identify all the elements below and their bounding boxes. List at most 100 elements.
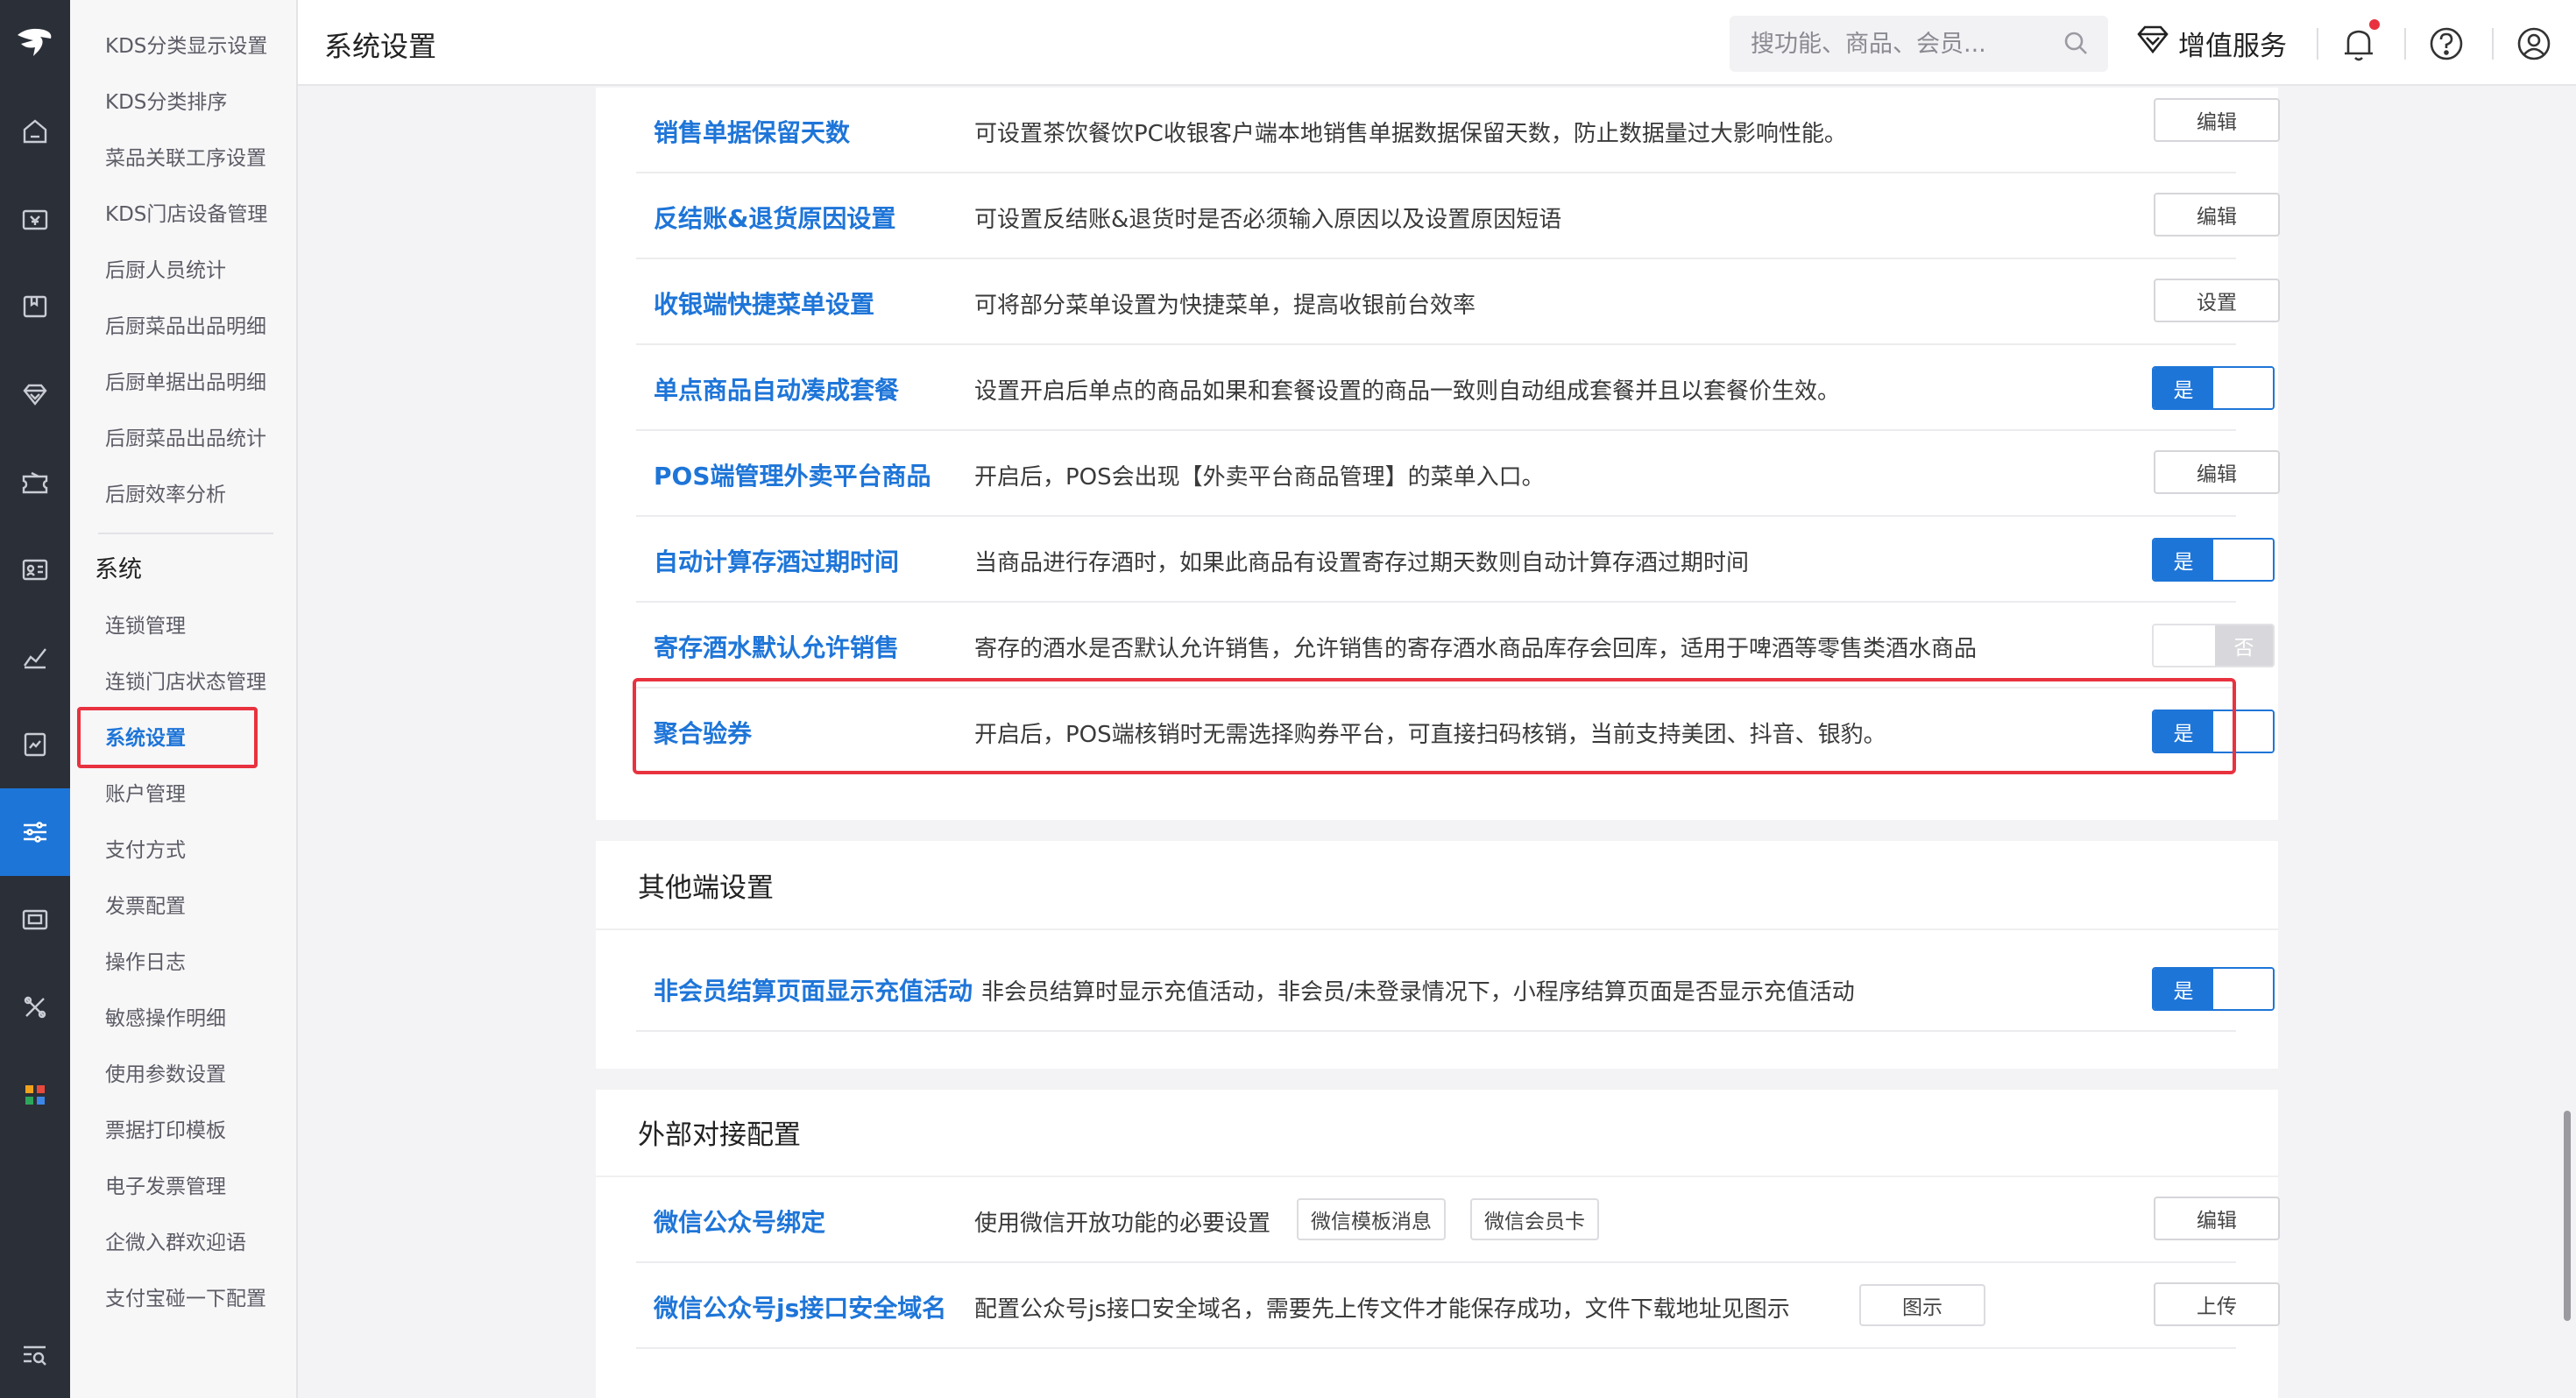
upload-button[interactable]: 上传 xyxy=(2154,1282,2280,1326)
submenu-item[interactable]: 账户管理 xyxy=(105,781,186,808)
analytics-chart-icon[interactable] xyxy=(0,613,70,701)
submenu-item[interactable]: KDS分类排序 xyxy=(105,89,227,116)
notification-dot xyxy=(2369,19,2380,30)
setting-desc: 开启后，POS会出现【外卖平台商品管理】的菜单入口。 xyxy=(974,464,1545,491)
setting-desc: 可将部分菜单设置为快捷菜单，提高收银前台效率 xyxy=(974,293,1476,319)
settings-button[interactable]: 设置 xyxy=(2154,279,2280,322)
submenu-item[interactable]: 连锁管理 xyxy=(105,613,186,639)
toggle-switch-on[interactable]: 是 xyxy=(2152,538,2275,582)
setting-name[interactable]: 自动计算存酒过期时间 xyxy=(654,543,899,578)
setting-name[interactable]: 非会员结算页面显示充值活动 xyxy=(654,972,973,1007)
setting-desc: 当商品进行存酒时，如果此商品有设置寄存过期天数则自动计算存酒过期时间 xyxy=(974,550,1750,576)
device-icon[interactable] xyxy=(0,876,70,964)
search-icon[interactable] xyxy=(2063,30,2089,60)
setting-name[interactable]: POS端管理外卖平台商品 xyxy=(654,457,931,492)
submenu-item[interactable]: 支付宝碰一下配置 xyxy=(105,1286,266,1312)
edit-button[interactable]: 编辑 xyxy=(2154,193,2280,237)
setting-desc: 非会员结算时显示充值活动，非会员/未登录情况下，小程序结算页面是否显示充值活动 xyxy=(981,979,1855,1006)
header-divider xyxy=(2404,28,2406,60)
setting-name[interactable]: 反结账&退货原因设置 xyxy=(654,200,895,235)
section-title: 其他端设置 xyxy=(638,872,774,904)
section-title: 外部对接配置 xyxy=(638,1119,801,1151)
setting-desc: 配置公众号js接口安全域名，需要先上传文件才能保存成功，文件下载地址见图示 xyxy=(974,1296,1790,1323)
submenu-item[interactable]: 电子发票管理 xyxy=(105,1174,226,1200)
header-divider xyxy=(2317,28,2318,60)
marketing-coupon-icon[interactable] xyxy=(0,438,70,526)
toggle-switch-off[interactable]: 否 xyxy=(2152,624,2275,667)
wechat-card-tag[interactable]: 微信会员卡 xyxy=(1470,1198,1599,1240)
submenu-item[interactable]: KDS门店设备管理 xyxy=(105,201,267,228)
submenu-item[interactable]: 票据打印模板 xyxy=(105,1118,226,1144)
logo-icon[interactable] xyxy=(0,0,70,84)
cashier-icon[interactable] xyxy=(0,175,70,263)
diagram-tag[interactable]: 图示 xyxy=(1859,1284,1985,1326)
search-box[interactable] xyxy=(1730,16,2108,72)
menu-book-icon[interactable] xyxy=(0,263,70,350)
setting-name[interactable]: 收银端快捷菜单设置 xyxy=(654,286,874,321)
submenu-item[interactable]: 后厨人员统计 xyxy=(105,258,226,284)
apps-grid-icon[interactable] xyxy=(0,1051,70,1139)
submenu-item[interactable]: 连锁门店状态管理 xyxy=(105,669,266,695)
toggle-switch-on[interactable]: 是 xyxy=(2152,366,2275,410)
tools-icon[interactable] xyxy=(0,964,70,1051)
setting-name[interactable]: 单点商品自动凑成套餐 xyxy=(654,371,899,406)
top-header: 系统设置 增值服务 xyxy=(298,0,2576,86)
submenu-item[interactable]: 操作日志 xyxy=(105,950,186,976)
setting-name[interactable]: 销售单据保留天数 xyxy=(654,114,850,149)
search-input[interactable] xyxy=(1751,26,2049,61)
submenu-item[interactable]: 后厨单据出品明细 xyxy=(105,370,266,396)
help-icon[interactable] xyxy=(2427,25,2466,63)
toggle-label: 是 xyxy=(2154,969,2213,1009)
submenu-item-system-settings[interactable]: 系统设置 xyxy=(105,725,186,752)
submenu-item[interactable]: 后厨菜品出品明细 xyxy=(105,314,266,340)
setting-name[interactable]: 微信公众号绑定 xyxy=(654,1204,825,1239)
member-diamond-icon[interactable] xyxy=(0,350,70,438)
value-added-services-button[interactable]: 增值服务 xyxy=(2136,21,2287,65)
submenu-section-title: 系统 xyxy=(95,556,142,583)
setting-name[interactable]: 微信公众号js接口安全域名 xyxy=(654,1289,946,1324)
submenu-item[interactable]: 后厨效率分析 xyxy=(105,482,226,508)
header-divider xyxy=(2492,28,2494,60)
wechat-template-tag[interactable]: 微信模板消息 xyxy=(1297,1198,1446,1240)
submenu-item[interactable]: 菜品关联工序设置 xyxy=(105,145,266,172)
setting-desc: 可设置反结账&退货时是否必须输入原因以及设置原因短语 xyxy=(974,207,1562,233)
submenu-item[interactable]: 发票配置 xyxy=(105,893,186,920)
main-content: 销售单据保留天数 可设置茶饮餐饮PC收银客户端本地销售单据数据保留天数，防止数据… xyxy=(298,88,2576,1398)
setting-row: 寄存酒水默认允许销售 寄存的酒水是否默认允许销售，允许销售的寄存酒水商品库存会回… xyxy=(636,603,2275,688)
submenu-item[interactable]: 使用参数设置 xyxy=(105,1062,226,1088)
scrollbar[interactable] xyxy=(2560,88,2574,1398)
submenu-item[interactable]: 敏感操作明细 xyxy=(105,1006,226,1032)
edit-button[interactable]: 编辑 xyxy=(2154,450,2280,494)
toggle-label: 是 xyxy=(2154,540,2213,580)
toggle-switch-on[interactable]: 是 xyxy=(2152,967,2275,1011)
setting-desc: 可设置茶饮餐饮PC收银客户端本地销售单据数据保留天数，防止数据量过大影响性能。 xyxy=(974,121,1847,147)
home-icon[interactable] xyxy=(0,88,70,175)
submenu-divider xyxy=(98,533,273,534)
submenu-item[interactable]: 支付方式 xyxy=(105,837,186,864)
setting-row: 反结账&退货原因设置 可设置反结账&退货时是否必须输入原因以及设置原因短语 编辑 xyxy=(636,173,2280,259)
search-list-icon[interactable] xyxy=(0,1310,70,1398)
submenu-item[interactable]: KDS分类显示设置 xyxy=(105,33,267,60)
settings-sliders-icon[interactable] xyxy=(0,788,70,876)
bell-icon[interactable] xyxy=(2339,19,2380,63)
user-avatar-icon[interactable] xyxy=(2515,25,2553,63)
scrollbar-thumb[interactable] xyxy=(2564,1111,2571,1321)
setting-row: 微信公众号绑定 使用微信开放功能的必要设置 微信模板消息 微信会员卡 编辑 xyxy=(636,1177,2280,1263)
setting-row: 销售单据保留天数 可设置茶饮餐饮PC收银客户端本地销售单据数据保留天数，防止数据… xyxy=(636,88,2280,173)
edit-button[interactable]: 编辑 xyxy=(2154,98,2280,142)
setting-name[interactable]: 寄存酒水默认允许销售 xyxy=(654,629,899,664)
setting-row: 微信公众号js接口安全域名 配置公众号js接口安全域名，需要先上传文件才能保存成… xyxy=(636,1263,2280,1349)
edit-button[interactable]: 编辑 xyxy=(2154,1197,2280,1240)
diamond-icon xyxy=(2136,25,2169,61)
setting-row: 收银端快捷菜单设置 可将部分菜单设置为快捷菜单，提高收银前台效率 设置 xyxy=(636,259,2280,345)
submenu-item[interactable]: 企微入群欢迎语 xyxy=(105,1230,246,1256)
icon-rail xyxy=(0,0,70,1398)
finance-doc-icon[interactable] xyxy=(0,701,70,788)
report-card-icon[interactable] xyxy=(0,526,70,613)
submenu-item[interactable]: 后厨菜品出品统计 xyxy=(105,426,266,452)
row-highlight xyxy=(633,678,2236,774)
setting-desc: 设置开启后单点的商品如果和套餐设置的商品一致则自动组成套餐并且以套餐价生效。 xyxy=(974,378,1841,405)
toggle-label: 是 xyxy=(2154,368,2213,408)
other-settings-card: 其他端设置 非会员结算页面显示充值活动 非会员结算时显示充值活动，非会员/未登录… xyxy=(596,841,2278,1069)
setting-row: 非会员结算页面显示充值活动 非会员结算时显示充值活动，非会员/未登录情况下，小程… xyxy=(636,946,2275,1032)
